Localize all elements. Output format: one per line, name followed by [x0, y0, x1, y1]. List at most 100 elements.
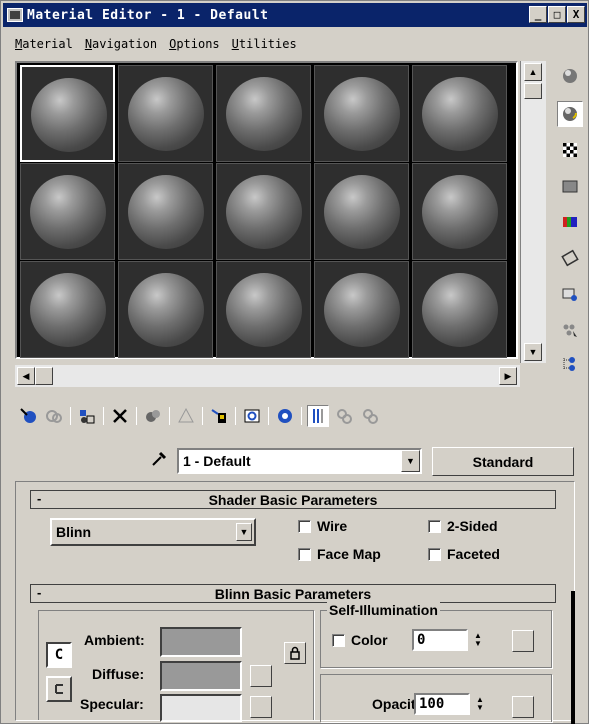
material-type-button[interactable]: Standard	[432, 447, 574, 476]
bottom-toolbar	[17, 403, 381, 429]
scroll-thumb[interactable]	[524, 83, 542, 99]
ambient-label: Ambient:	[84, 632, 145, 648]
collapse-indicator: -	[37, 491, 42, 506]
put-to-scene-icon[interactable]	[43, 405, 65, 427]
menu-material[interactable]: Material	[15, 37, 73, 51]
menu-navigation[interactable]: Navigation	[85, 37, 157, 51]
color-label: Color	[351, 632, 388, 648]
sample-slot[interactable]	[20, 163, 115, 260]
assign-to-selection-icon[interactable]	[76, 405, 98, 427]
material-name-field[interactable]: 1 - Default	[177, 448, 422, 474]
scroll-down-button[interactable]: ▼	[524, 343, 542, 361]
blinn-rollout-header[interactable]: - Blinn Basic Parameters	[30, 584, 556, 603]
material-map-navigator-icon[interactable]	[557, 351, 583, 377]
material-name-dropdown-arrow[interactable]: ▼	[401, 450, 420, 472]
sample-slot[interactable]	[118, 163, 213, 260]
get-material-icon[interactable]	[17, 405, 39, 427]
scroll-right-button[interactable]: ▶	[499, 367, 517, 385]
sample-slot[interactable]	[412, 261, 507, 358]
backlight-icon[interactable]	[557, 101, 583, 127]
diffuse-map-button[interactable]	[250, 665, 272, 687]
sample-slot[interactable]	[20, 65, 115, 162]
go-to-parent-icon[interactable]	[307, 405, 329, 427]
self-illum-value: 0	[417, 632, 426, 648]
ambient-color-swatch[interactable]	[160, 627, 242, 657]
opacity-map-button[interactable]	[512, 696, 534, 718]
self-illum-value-input[interactable]: 0	[412, 629, 468, 651]
go-forward-to-sibling-icon[interactable]	[333, 405, 355, 427]
sample-slot[interactable]	[118, 261, 213, 358]
menu-options[interactable]: Options	[169, 37, 220, 51]
shader-type-dropdown[interactable]: Blinn ▼	[50, 518, 256, 546]
sample-slot[interactable]	[412, 163, 507, 260]
pick-material-eyedropper-icon[interactable]	[149, 449, 169, 469]
video-color-check-icon[interactable]	[557, 209, 583, 235]
shader-rollout-header[interactable]: - Shader Basic Parameters	[30, 490, 556, 509]
sample-slot[interactable]	[314, 261, 409, 358]
dropdown-arrow-icon: ▼	[236, 523, 252, 541]
diffuse-color-swatch[interactable]	[160, 661, 242, 691]
toolbar-separator	[70, 407, 71, 425]
sample-horizontal-scrollbar[interactable]: ◀ ▶	[15, 365, 520, 387]
material-sphere	[128, 273, 204, 347]
show-end-result-icon[interactable]	[274, 405, 296, 427]
lock-diffuse-specular-button[interactable]	[46, 676, 72, 702]
make-preview-icon[interactable]	[557, 245, 583, 271]
make-unique-icon[interactable]	[142, 405, 164, 427]
self-illum-color-checkbox[interactable]: Color	[332, 632, 388, 648]
menu-utilities[interactable]: Utilities	[232, 37, 297, 51]
material-sphere	[226, 273, 302, 347]
sample-uv-tiling-icon[interactable]	[557, 173, 583, 199]
sample-vertical-scrollbar[interactable]: ▲ ▼	[520, 61, 546, 363]
faceted-checkbox[interactable]: Faceted	[428, 546, 500, 562]
sample-slot[interactable]	[216, 261, 311, 358]
diffuse-label: Diffuse:	[92, 666, 145, 682]
material-sphere	[31, 78, 107, 152]
two-sided-checkbox[interactable]: 2-Sided	[428, 518, 498, 534]
specular-color-swatch[interactable]	[160, 694, 242, 722]
maximize-button[interactable]: □	[548, 6, 566, 23]
face-map-checkbox[interactable]: Face Map	[298, 546, 381, 562]
sibling-navigation-icon[interactable]	[359, 405, 381, 427]
sample-type-sphere-icon[interactable]	[557, 63, 583, 89]
specular-label: Specular:	[80, 696, 144, 712]
background-checker-icon[interactable]	[557, 137, 583, 163]
shader-type-value: Blinn	[56, 524, 91, 540]
sample-slot[interactable]	[216, 163, 311, 260]
lock-ambient-diffuse-button[interactable]: C	[46, 642, 72, 668]
sample-slot[interactable]	[314, 65, 409, 162]
toolbar-separator	[202, 407, 203, 425]
rollup-scrollbar[interactable]	[571, 591, 575, 724]
sample-slot[interactable]	[216, 65, 311, 162]
sample-slot[interactable]	[20, 261, 115, 358]
select-by-material-icon[interactable]	[557, 317, 583, 343]
sample-slot[interactable]	[412, 65, 507, 162]
toolbar-separator	[136, 407, 137, 425]
sample-slot[interactable]	[314, 163, 409, 260]
title-bar[interactable]: Material Editor - 1 - Default _ □ X	[3, 3, 587, 27]
scroll-up-button[interactable]: ▲	[524, 63, 542, 81]
show-map-in-viewport-icon[interactable]	[241, 405, 263, 427]
scroll-left-button[interactable]: ◀	[17, 367, 35, 385]
sample-slot[interactable]	[118, 65, 213, 162]
material-sphere	[324, 175, 400, 249]
reset-map-icon[interactable]	[109, 405, 131, 427]
wire-checkbox[interactable]: Wire	[298, 518, 347, 534]
material-sphere	[226, 77, 302, 151]
minimize-button[interactable]: _	[529, 6, 547, 23]
sample-slots-panel	[15, 61, 518, 359]
opacity-value-input[interactable]: 100	[414, 693, 470, 715]
wire-label: Wire	[317, 518, 348, 534]
close-button[interactable]: X	[567, 6, 585, 23]
scroll-thumb[interactable]	[35, 367, 53, 385]
self-illum-map-button[interactable]	[512, 630, 534, 652]
material-effects-channel-icon[interactable]	[208, 405, 230, 427]
opacity-spinner-icon[interactable]: ▲ ▼	[474, 694, 486, 714]
specular-map-button[interactable]	[250, 696, 272, 718]
ambient-diffuse-lock-icon[interactable]	[284, 642, 306, 664]
faceted-label: Faceted	[447, 546, 500, 562]
self-illum-spinner-icon[interactable]: ▲ ▼	[472, 630, 484, 650]
options-icon[interactable]	[557, 281, 583, 307]
rollup-panel: - Shader Basic Parameters Blinn ▼ Wire 2…	[15, 481, 575, 722]
put-to-library-icon[interactable]	[175, 405, 197, 427]
